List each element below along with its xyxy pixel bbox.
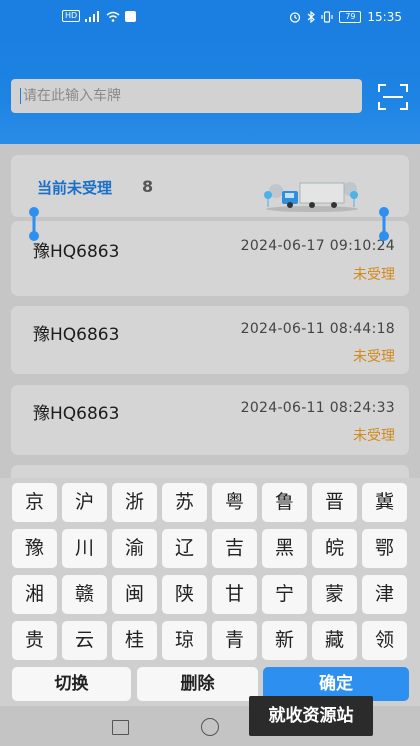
record-time: 2024-06-11 08:44:18 xyxy=(240,321,395,337)
key-yu[interactable]: 豫 xyxy=(12,529,57,568)
province-keyboard: 京 沪 浙 苏 粤 鲁 晋 冀 豫 川 渝 辽 吉 黑 皖 鄂 湘 赣 闽 陕 … xyxy=(0,478,420,706)
key-jing[interactable]: 京 xyxy=(12,483,57,522)
record-status: 未受理 xyxy=(353,267,395,283)
key-qiong[interactable]: 琼 xyxy=(162,621,207,660)
scan-icon[interactable] xyxy=(378,84,408,110)
key-xiang[interactable]: 湘 xyxy=(12,575,57,614)
record-status: 未受理 xyxy=(353,349,395,365)
key-hu[interactable]: 沪 xyxy=(62,483,107,522)
battery-icon: 79 xyxy=(339,11,362,23)
search-placeholder: 请在此输入车牌 xyxy=(23,88,121,104)
plate-search-input[interactable]: 请在此输入车牌 xyxy=(11,79,362,113)
key-min[interactable]: 闽 xyxy=(112,575,157,614)
record-card[interactable]: 豫HQ6863 2024-06-11 08:44:18 未受理 xyxy=(11,306,409,374)
key-gan[interactable]: 赣 xyxy=(62,575,107,614)
delete-button[interactable]: 删除 xyxy=(137,667,258,701)
alarm-icon xyxy=(290,12,301,23)
key-liao[interactable]: 辽 xyxy=(162,529,207,568)
record-card[interactable]: 豫HQ6863 2024-06-17 09:10:24 未受理 xyxy=(11,221,409,296)
key-jin[interactable]: 晋 xyxy=(312,483,357,522)
hd-badge: HD xyxy=(62,10,81,22)
record-status: 未受理 xyxy=(353,428,395,444)
app-notification-icon xyxy=(125,10,137,22)
record-plate: 豫HQ6863 xyxy=(33,325,120,345)
key-yu2[interactable]: 渝 xyxy=(112,529,157,568)
clock-time: 15:35 xyxy=(367,10,402,24)
key-xin[interactable]: 新 xyxy=(262,621,307,660)
pending-label: 当前未受理 xyxy=(37,179,113,197)
key-ning[interactable]: 宁 xyxy=(262,575,307,614)
watermark: 就收资源站 xyxy=(249,696,373,736)
truck-illustration xyxy=(264,182,358,212)
status-bar: HD 79 15:35 xyxy=(0,0,420,34)
key-ji2[interactable]: 吉 xyxy=(212,529,257,568)
record-time: 2024-06-17 09:10:24 xyxy=(240,238,395,254)
key-lu[interactable]: 鲁 xyxy=(262,483,307,522)
signal-icon xyxy=(85,10,100,22)
key-gui2[interactable]: 桂 xyxy=(112,621,157,660)
key-wan[interactable]: 皖 xyxy=(312,529,357,568)
home-icon[interactable] xyxy=(201,718,219,736)
selection-handle-icon[interactable] xyxy=(377,206,391,242)
key-hei[interactable]: 黑 xyxy=(262,529,307,568)
key-e[interactable]: 鄂 xyxy=(362,529,407,568)
key-gan2[interactable]: 甘 xyxy=(212,575,257,614)
key-ji[interactable]: 冀 xyxy=(362,483,407,522)
switch-button[interactable]: 切换 xyxy=(12,667,131,701)
key-yun[interactable]: 云 xyxy=(62,621,107,660)
key-meng[interactable]: 蒙 xyxy=(312,575,357,614)
text-caret xyxy=(20,88,21,104)
record-card[interactable]: 豫HQ6863 2024-06-11 08:24:33 未受理 xyxy=(11,385,409,455)
record-plate: 豫HQ6863 xyxy=(33,242,120,262)
key-jin2[interactable]: 津 xyxy=(362,575,407,614)
key-yue[interactable]: 粤 xyxy=(212,483,257,522)
pending-summary-card: 当前未受理 8 xyxy=(11,155,409,217)
bluetooth-icon xyxy=(308,11,316,23)
key-qing[interactable]: 青 xyxy=(212,621,257,660)
key-zang[interactable]: 藏 xyxy=(312,621,357,660)
key-ling[interactable]: 领 xyxy=(362,621,407,660)
recents-icon[interactable] xyxy=(112,720,129,735)
wifi-icon xyxy=(106,11,120,22)
pending-count: 8 xyxy=(142,177,154,196)
key-su[interactable]: 苏 xyxy=(162,483,207,522)
record-time: 2024-06-11 08:24:33 xyxy=(240,400,395,416)
selection-handle-icon[interactable] xyxy=(27,206,41,242)
key-gui[interactable]: 贵 xyxy=(12,621,57,660)
record-plate: 豫HQ6863 xyxy=(33,404,120,424)
vibrate-icon xyxy=(321,11,334,23)
header: 请在此输入车牌 xyxy=(0,34,420,144)
key-shan[interactable]: 陕 xyxy=(162,575,207,614)
key-zhe[interactable]: 浙 xyxy=(112,483,157,522)
record-list: 当前未受理 8 豫HQ6863 2024-06-17 09:10:24 未受理 … xyxy=(0,144,420,485)
key-chuan[interactable]: 川 xyxy=(62,529,107,568)
